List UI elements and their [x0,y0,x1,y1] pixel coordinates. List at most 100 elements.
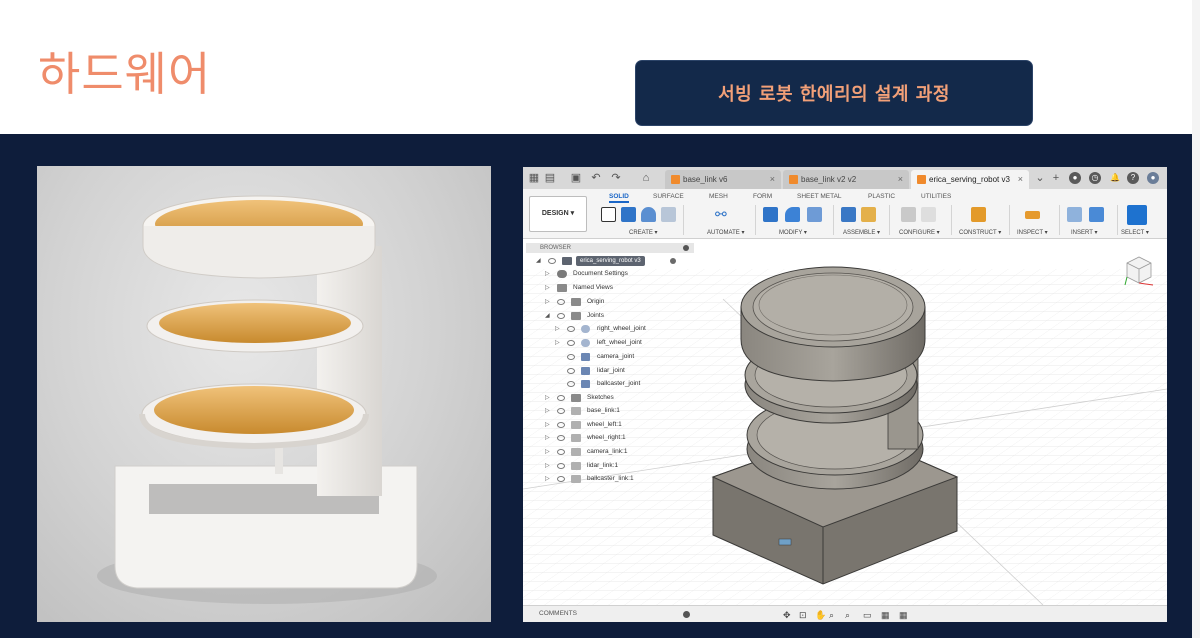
home-icon[interactable]: ⌂ [639,171,653,185]
expand-icon[interactable]: ▷ [545,473,550,485]
visibility-icon[interactable] [557,435,565,441]
redo-icon[interactable]: ↷ [609,171,623,185]
expand-icon[interactable]: ▷ [545,405,550,417]
robot-render-illustration [97,195,437,604]
visibility-icon[interactable] [567,326,575,332]
orbit-icon[interactable]: ✥ [783,610,791,621]
view-cube[interactable] [1121,251,1157,287]
part-icon [671,175,680,184]
folder-icon [557,284,567,292]
inspect-menu[interactable]: INSPECT ▾ [1017,229,1048,236]
insert-menu[interactable]: INSERT ▾ [1071,229,1097,236]
assemble-menu[interactable]: ASSEMBLE ▾ [843,229,880,236]
tab-plastic[interactable]: PLASTIC [868,193,895,200]
activate-icon[interactable] [670,258,676,264]
new-component-icon[interactable] [841,207,856,222]
close-icon[interactable]: × [898,170,903,189]
visibility-icon[interactable] [557,476,565,482]
create-menu[interactable]: CREATE ▾ [629,229,658,236]
visibility-icon[interactable] [567,381,575,387]
select-icon[interactable] [1127,205,1147,225]
visibility-icon[interactable] [557,422,565,428]
zoom-icon[interactable]: ⌕ [829,610,834,621]
expand-icon[interactable]: ▷ [545,446,550,458]
notifications-icon[interactable]: 🔔 [1109,172,1121,184]
measure-icon[interactable] [1025,211,1040,219]
expand-icon[interactable]: ▷ [545,460,550,472]
expand-icon[interactable]: ▷ [555,337,560,349]
browser-title: BROWSER [540,245,572,251]
expand-icon[interactable]: ▷ [545,296,550,308]
visibility-icon[interactable] [557,408,565,414]
revolve-icon[interactable] [641,207,656,222]
expand-icon[interactable]: ▷ [545,282,550,294]
chevron-down-icon[interactable]: ⌄ [1033,171,1047,185]
tab-surface[interactable]: SURFACE [653,193,684,200]
look-at-icon[interactable]: ⊡ [799,610,807,621]
viewports-icon[interactable]: ▦ [899,610,908,621]
expand-icon[interactable]: ▷ [545,432,550,444]
document-tab-3[interactable]: erica_serving_robot v3 × [911,170,1029,189]
expand-icon[interactable]: ▷ [545,268,550,280]
automate-menu[interactable]: AUTOMATE ▾ [707,229,744,236]
grid-settings-icon[interactable]: ▦ [881,610,890,621]
close-icon[interactable]: × [770,170,775,189]
visibility-icon[interactable] [548,258,556,264]
insert-image-icon[interactable] [1089,207,1104,222]
browser-panel-header[interactable]: BROWSER [526,243,694,253]
job-status-icon[interactable]: ◷ [1089,172,1101,184]
hole-icon[interactable] [661,207,676,222]
visibility-icon[interactable] [557,313,565,319]
automate-icon[interactable]: ⚯ [715,207,730,222]
save-icon[interactable]: ▣ [569,171,583,185]
joint-icon[interactable] [861,207,876,222]
close-icon[interactable]: × [1018,170,1023,189]
visibility-icon[interactable] [557,395,565,401]
extrude-icon[interactable] [621,207,636,222]
visibility-icon[interactable] [557,463,565,469]
visibility-icon[interactable] [567,354,575,360]
grid-menu-icon[interactable]: ▦ [527,171,541,185]
modify-menu[interactable]: MODIFY ▾ [779,229,807,236]
visibility-icon[interactable] [557,449,565,455]
visibility-icon[interactable] [557,299,565,305]
shell-icon[interactable] [807,207,822,222]
construct-plane-icon[interactable] [971,207,986,222]
tab-sheet-metal[interactable]: SHEET METAL [797,193,842,200]
select-menu[interactable]: SELECT ▾ [1121,229,1149,236]
expand-icon[interactable]: ▷ [545,419,550,431]
panel-menu-icon[interactable] [683,245,689,251]
collapse-icon[interactable]: ◢ [545,310,550,322]
fillet-icon[interactable] [785,207,800,222]
expand-icon[interactable]: ▷ [555,323,560,335]
new-tab-icon[interactable]: + [1049,171,1063,185]
file-icon[interactable]: ▤ [543,171,557,185]
tab-utilities[interactable]: UTILITIES [921,193,951,200]
expand-icon[interactable]: ▷ [545,392,550,404]
tab-form[interactable]: FORM [753,193,772,200]
display-settings-icon[interactable]: ▭ [863,610,872,621]
press-pull-icon[interactable] [763,207,778,222]
construct-menu[interactable]: CONSTRUCT ▾ [959,229,1001,236]
insert-derive-icon[interactable] [1067,207,1082,222]
document-tab-bar: ▦ ▤ ▣ ↶ ↷ ⌂ base_link v6 × base_link v2 … [523,167,1167,189]
fit-icon[interactable]: ⌕ [845,610,850,621]
avatar[interactable]: ● [1147,172,1159,184]
configure-menu[interactable]: CONFIGURE ▾ [899,229,940,236]
tab-solid[interactable]: SOLID [609,193,629,203]
visibility-icon[interactable] [567,340,575,346]
pan-icon[interactable]: ✋ [815,610,826,621]
collapse-icon[interactable]: ◢ [536,255,541,267]
design-workspace-button[interactable]: DESIGN ▾ [529,196,587,232]
configure-icon[interactable] [901,207,916,222]
undo-icon[interactable]: ↶ [589,171,603,185]
visibility-icon[interactable] [567,368,575,374]
sketch-icon[interactable] [601,207,616,222]
document-tab-1[interactable]: base_link v6 × [665,170,781,189]
tab-mesh[interactable]: MESH [709,193,728,200]
table-icon[interactable] [921,207,936,222]
extensions-icon[interactable]: ● [1069,172,1081,184]
document-tab-2[interactable]: base_link v2 v2 × [783,170,909,189]
comments-toggle-icon[interactable] [683,611,690,618]
help-icon[interactable]: ? [1127,172,1139,184]
